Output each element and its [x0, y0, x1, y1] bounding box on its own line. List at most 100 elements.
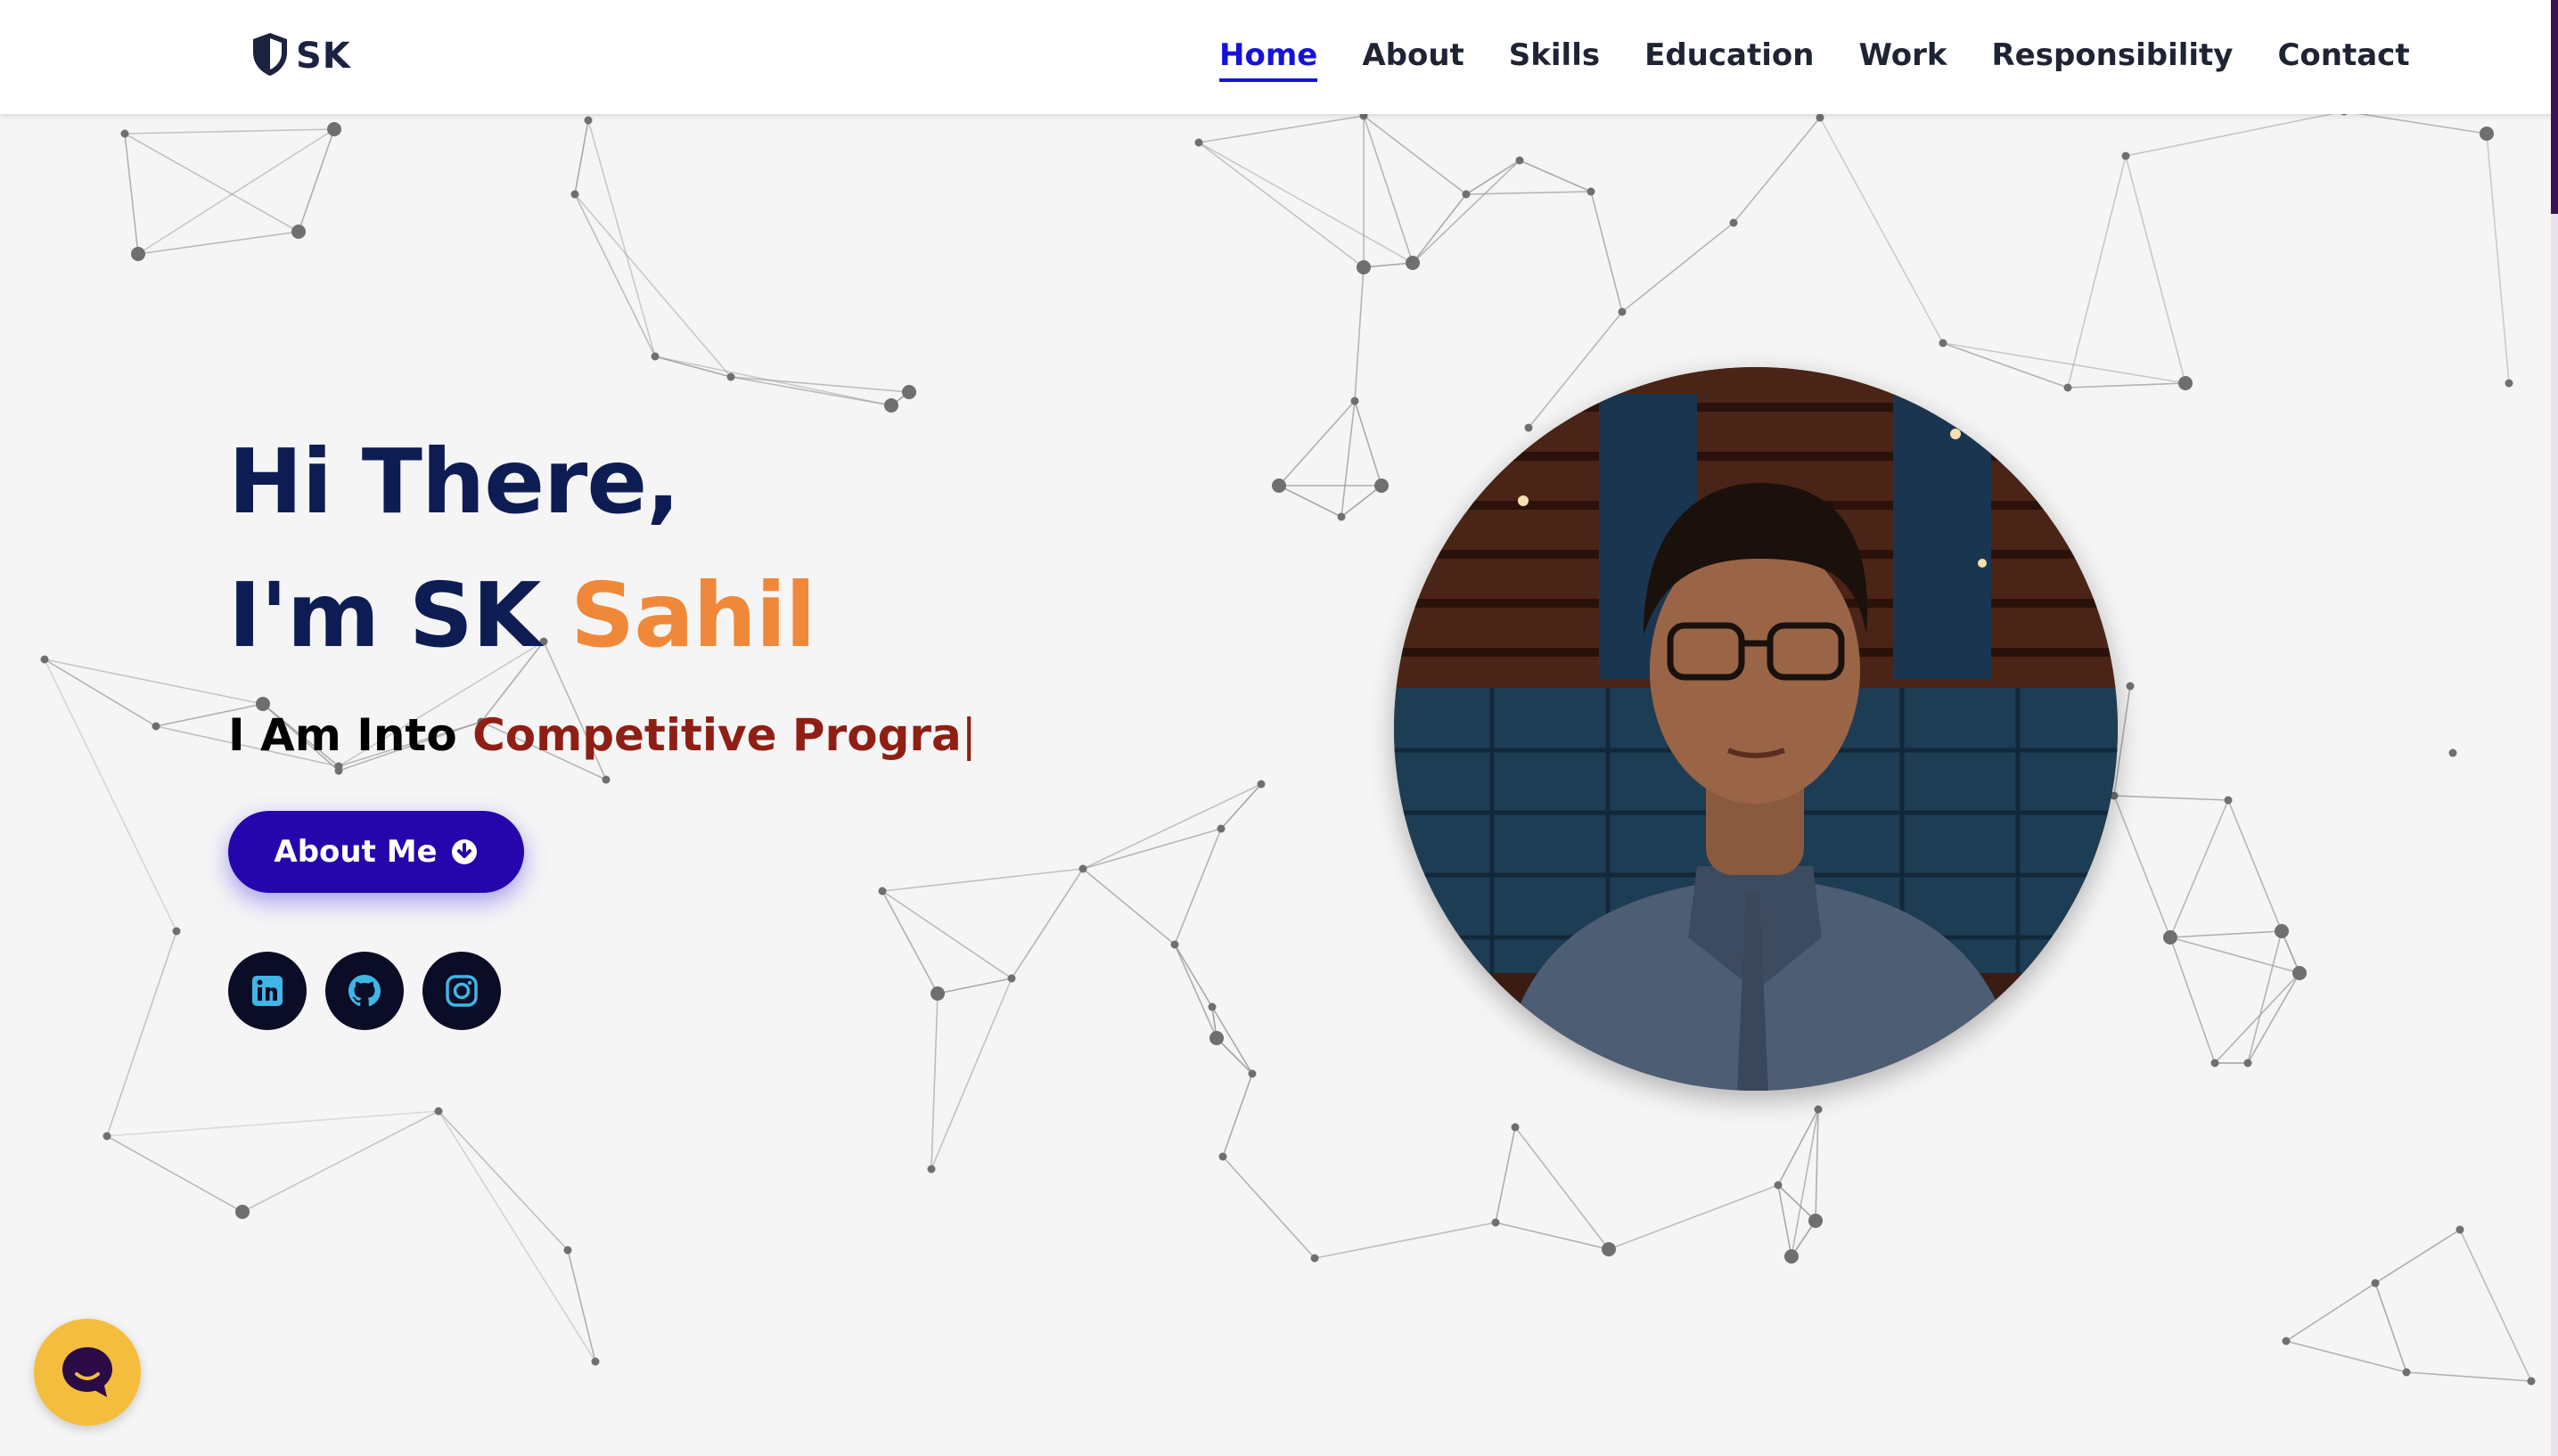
network-node	[1208, 1002, 1217, 1011]
network-line	[438, 1110, 569, 1251]
network-node	[1170, 940, 1179, 949]
network-line	[124, 133, 139, 255]
linkedin-button[interactable]	[228, 952, 307, 1030]
network-line	[730, 376, 910, 393]
scrollbar-track[interactable]	[2551, 0, 2558, 1456]
network-node	[2243, 1059, 2252, 1067]
network-node	[1350, 397, 1359, 405]
network-node	[1784, 1249, 1799, 1264]
network-node	[434, 1107, 443, 1116]
network-line	[937, 977, 1013, 994]
network-node	[2063, 383, 2072, 392]
intro-name: Sahil	[570, 563, 816, 667]
logo[interactable]: SK	[250, 30, 351, 82]
network-line	[298, 128, 335, 233]
network-line	[1011, 868, 1084, 979]
network-line	[1733, 117, 1821, 224]
network-node	[1257, 780, 1266, 789]
network-line	[1412, 160, 1521, 264]
network-line	[2374, 1282, 2407, 1373]
network-node	[584, 116, 593, 125]
network-line	[137, 231, 299, 255]
network-node	[1515, 156, 1524, 165]
network-node	[2121, 151, 2130, 160]
network-node	[1078, 864, 1087, 873]
network-line	[1314, 1222, 1496, 1259]
network-node	[2275, 924, 2289, 938]
network-line	[1222, 1156, 1316, 1259]
network-line	[1340, 485, 1382, 518]
network-node	[131, 247, 145, 261]
network-node	[884, 398, 898, 413]
network-line	[242, 1110, 439, 1213]
network-line	[881, 890, 1013, 979]
logo-text: SK	[296, 36, 351, 77]
nav-item-home[interactable]: Home	[1219, 32, 1318, 82]
scrollbar-thumb[interactable]	[2551, 0, 2558, 214]
network-node	[1337, 512, 1346, 521]
network-node	[2371, 1279, 2380, 1288]
network-line	[587, 119, 656, 357]
network-line	[1495, 1126, 1516, 1223]
instagram-button[interactable]	[422, 952, 501, 1030]
network-node	[291, 225, 306, 239]
network-node	[563, 1246, 572, 1255]
network-node	[2527, 1377, 2536, 1386]
network-node	[1007, 974, 1016, 983]
network-line	[2486, 133, 2510, 384]
network-node	[570, 190, 579, 199]
shield-icon	[250, 31, 291, 81]
network-line	[1354, 400, 1382, 487]
network-line	[438, 1110, 596, 1362]
network-node	[2163, 930, 2177, 945]
nav-item-contact[interactable]: Contact	[2277, 32, 2409, 82]
network-node	[1374, 479, 1389, 493]
profile-photo	[1394, 367, 2118, 1091]
network-line	[1174, 944, 1218, 1039]
network-node	[1774, 1181, 1783, 1190]
network-line	[2113, 795, 2171, 938]
network-line	[2374, 1229, 2461, 1284]
network-line	[106, 1110, 439, 1137]
network-line	[1815, 1108, 1819, 1222]
network-line	[1198, 115, 1365, 143]
nav-item-about[interactable]: About	[1362, 32, 1463, 82]
main-nav: Home About Skills Education Work Respons…	[1219, 32, 2455, 86]
network-line	[2285, 1282, 2376, 1342]
network-node	[1406, 256, 1420, 270]
network-line	[1198, 142, 1365, 268]
about-me-button[interactable]: About Me	[228, 811, 524, 893]
network-line	[1354, 266, 1365, 402]
network-node	[1218, 1152, 1227, 1161]
network-node	[1524, 423, 1533, 432]
network-node	[591, 1357, 600, 1366]
network-line	[1942, 342, 2069, 389]
linkedin-icon	[252, 976, 283, 1006]
network-line	[1082, 828, 1222, 870]
network-line	[44, 658, 177, 932]
network-line	[1465, 160, 1521, 195]
network-line	[881, 890, 939, 994]
network-node	[602, 775, 611, 784]
nav-item-responsibility[interactable]: Responsibility	[1991, 32, 2233, 82]
network-node	[2402, 1368, 2411, 1377]
header: SK Home About Skills Education Work Resp…	[0, 0, 2558, 114]
network-line	[2247, 972, 2300, 1064]
github-button[interactable]	[325, 952, 404, 1030]
network-line	[1220, 783, 1262, 830]
network-node	[1209, 1031, 1224, 1045]
chat-widget-button[interactable]	[34, 1319, 141, 1426]
network-node	[2210, 1059, 2219, 1067]
network-node	[327, 122, 341, 136]
network-line	[1340, 400, 1356, 518]
nav-item-education[interactable]: Education	[1644, 32, 1814, 82]
nav-item-work[interactable]: Work	[1858, 32, 1947, 82]
network-line	[2285, 1340, 2407, 1373]
nav-item-skills[interactable]: Skills	[1509, 32, 1600, 82]
network-node	[334, 762, 343, 771]
network-node	[1248, 1069, 1257, 1078]
network-node	[2505, 379, 2513, 388]
arrow-circle-down-icon	[451, 839, 477, 864]
network-node	[927, 1165, 936, 1174]
network-line	[1777, 1108, 1819, 1186]
